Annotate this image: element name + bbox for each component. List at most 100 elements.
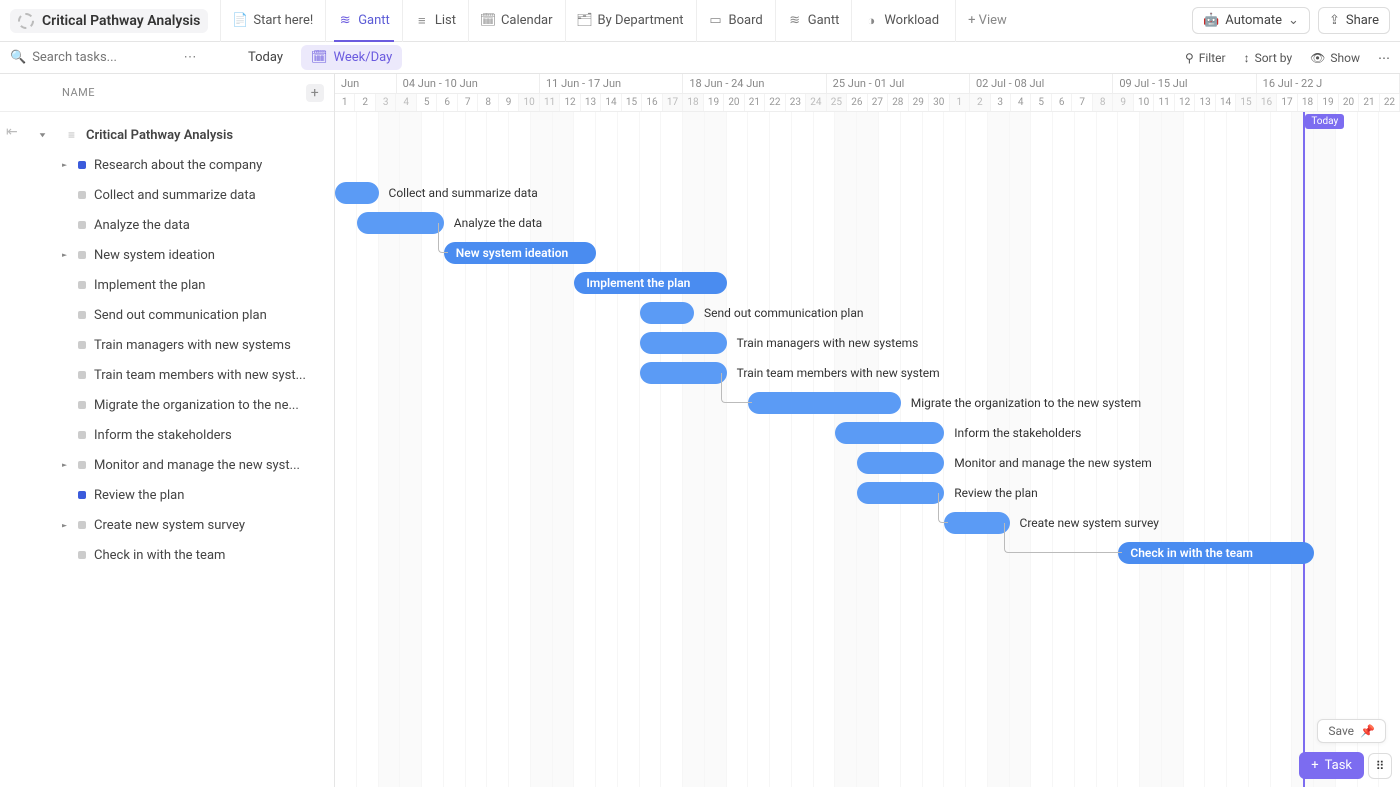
task-row[interactable]: Collect and summarize data	[0, 180, 334, 210]
tab-calendar[interactable]: 🗓Calendar	[468, 0, 565, 42]
day-cell: 5	[417, 94, 437, 111]
gantt-bar[interactable]	[335, 182, 379, 204]
tab-label: Calendar	[501, 13, 553, 28]
gantt-body[interactable]: TodayCollect and summarize dataAnalyze t…	[335, 112, 1400, 787]
gantt-bar[interactable]	[640, 302, 694, 324]
day-cell: 30	[929, 94, 949, 111]
tab-gantt[interactable]: ≋Gantt	[325, 0, 402, 42]
task-name: Train team members with new syst...	[94, 368, 306, 383]
add-view-button[interactable]: + View	[955, 0, 1019, 42]
tab-list[interactable]: ≡List	[402, 0, 468, 42]
gantt-bar-row[interactable]: Migrate the organization to the new syst…	[748, 392, 1141, 414]
tree-root[interactable]: ▾ ≡ Critical Pathway Analysis	[0, 120, 334, 150]
automate-button[interactable]: 🤖 Automate ⌄	[1192, 7, 1310, 34]
task-row[interactable]: ▸Create new system survey	[0, 510, 334, 540]
filter-button[interactable]: ⚲Filter	[1185, 51, 1226, 65]
tab-start[interactable]: 📄Start here!	[220, 0, 325, 42]
task-row[interactable]: Implement the plan	[0, 270, 334, 300]
day-cell: 19	[1318, 94, 1338, 111]
search-input[interactable]	[32, 50, 152, 65]
gantt-bar-row[interactable]: Train managers with new systems	[640, 332, 919, 354]
zoom-selector[interactable]: 🗓 Week/Day	[301, 45, 402, 70]
task-row[interactable]: ▸New system ideation	[0, 240, 334, 270]
gantt-bar-row[interactable]: Send out communication plan	[640, 302, 864, 324]
day-cell: 16	[642, 94, 662, 111]
automate-label: Automate	[1225, 13, 1282, 28]
day-cell: 22	[765, 94, 785, 111]
gantt-bar[interactable]	[835, 422, 944, 444]
project-title[interactable]: Critical Pathway Analysis	[10, 9, 208, 33]
week-header: 09 Jul - 15 Jul	[1113, 74, 1256, 93]
task-row[interactable]: Analyze the data	[0, 210, 334, 240]
gantt-bar-label: Send out communication plan	[704, 306, 863, 320]
search-box[interactable]: 🔍	[10, 50, 170, 65]
gantt-day-header: 1234567891011121314151617181920212223242…	[335, 94, 1400, 112]
day-cell: 10	[519, 94, 539, 111]
task-row[interactable]: ▸Monitor and manage the new syst...	[0, 450, 334, 480]
status-square	[78, 221, 86, 229]
task-row[interactable]: Train team members with new syst...	[0, 360, 334, 390]
gantt-bar[interactable]: Implement the plan	[574, 272, 726, 294]
task-row[interactable]: Train managers with new systems	[0, 330, 334, 360]
gantt-bar-row[interactable]: Analyze the data	[357, 212, 542, 234]
tab-label: Board	[729, 13, 763, 28]
gantt-bar-row[interactable]: Collect and summarize data	[335, 182, 538, 204]
task-row[interactable]: Check in with the team	[0, 540, 334, 570]
sortby-button[interactable]: ↕Sort by	[1244, 51, 1293, 65]
gantt-bar-row[interactable]: Train team members with new system	[640, 362, 940, 384]
gantt-bar-label: Train team members with new system	[737, 366, 940, 380]
task-tree: ▾ ≡ Critical Pathway Analysis ▸Research …	[0, 112, 334, 570]
task-row[interactable]: Migrate the organization to the ne...	[0, 390, 334, 420]
gantt-bar-row[interactable]: New system ideation	[444, 242, 596, 264]
gantt-bar[interactable]	[640, 332, 727, 354]
status-square	[78, 551, 86, 559]
toolbar: 🔍 ⋯ Today 🗓 Week/Day ⚲Filter ↕Sort by 👁S…	[0, 42, 1400, 74]
caret-right-icon[interactable]: ▸	[62, 251, 67, 259]
share-button[interactable]: ⇪ Share	[1318, 7, 1390, 34]
tab-gantt2[interactable]: ≋Gantt	[775, 0, 852, 42]
gantt-bar[interactable]	[944, 512, 1009, 534]
new-task-button[interactable]: + Task	[1299, 752, 1364, 779]
caret-down-icon[interactable]: ▾	[40, 131, 45, 139]
gantt-bar[interactable]	[640, 362, 727, 384]
gantt-bar[interactable]: New system ideation	[444, 242, 596, 264]
day-cell: 14	[1216, 94, 1236, 111]
gantt-bar[interactable]: Check in with the team	[1118, 542, 1314, 564]
show-button[interactable]: 👁Show	[1310, 51, 1360, 65]
tab-board[interactable]: ▭Board	[696, 0, 775, 42]
gantt-bar[interactable]	[857, 452, 944, 474]
week-header: 04 Jun - 10 Jun	[397, 74, 540, 93]
day-cell: 16	[1257, 94, 1277, 111]
day-cell: 6	[1052, 94, 1072, 111]
gantt-panel[interactable]: Jun04 Jun - 10 Jun11 Jun - 17 Jun18 Jun …	[335, 74, 1400, 787]
gantt-bar[interactable]	[857, 482, 944, 504]
more-icon[interactable]: ⋯	[180, 50, 200, 65]
save-button[interactable]: Save 📌	[1317, 719, 1386, 743]
task-row[interactable]: Send out communication plan	[0, 300, 334, 330]
gantt-bar[interactable]	[357, 212, 444, 234]
day-cell: 20	[724, 94, 744, 111]
task-row[interactable]: ▸Research about the company	[0, 150, 334, 180]
task-row[interactable]: Review the plan	[0, 480, 334, 510]
add-column-button[interactable]: +	[306, 84, 324, 102]
plus-icon: +	[1311, 758, 1318, 773]
caret-right-icon[interactable]: ▸	[62, 461, 67, 469]
gantt-bar-row[interactable]: Monitor and manage the new system	[857, 452, 1152, 474]
day-cell: 14	[601, 94, 621, 111]
today-button[interactable]: Today	[240, 46, 291, 69]
task-row[interactable]: Inform the stakeholders	[0, 420, 334, 450]
caret-right-icon[interactable]: ▸	[62, 161, 67, 169]
toolbar-more-icon[interactable]: ⋯	[1378, 51, 1390, 65]
status-square	[78, 281, 86, 289]
gantt-bar-row[interactable]: Implement the plan	[574, 272, 726, 294]
tab-workload[interactable]: ◑Workload	[851, 0, 951, 42]
day-cell: 22	[1380, 94, 1400, 111]
tab-bydept[interactable]: 🗂By Department	[565, 0, 696, 42]
day-cell: 3	[991, 94, 1011, 111]
task-name: Collect and summarize data	[94, 188, 256, 203]
gantt-bar[interactable]	[748, 392, 900, 414]
gantt-bar-row[interactable]: Check in with the team	[1118, 542, 1314, 564]
caret-right-icon[interactable]: ▸	[62, 521, 67, 529]
gantt-bar-row[interactable]: Inform the stakeholders	[835, 422, 1081, 444]
apps-button[interactable]: ⠿	[1368, 753, 1392, 779]
